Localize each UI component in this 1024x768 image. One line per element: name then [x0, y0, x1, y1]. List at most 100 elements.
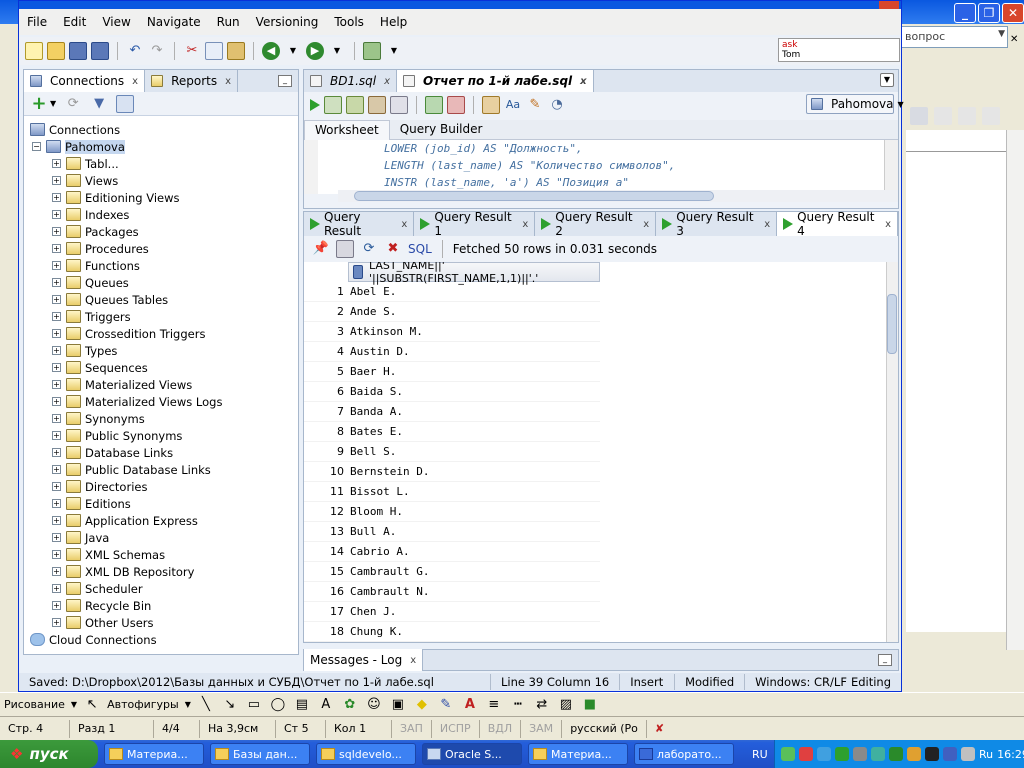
- run-statement-icon[interactable]: [310, 99, 320, 111]
- tree-item[interactable]: + Application Express: [52, 512, 198, 529]
- tree-item[interactable]: + Procedures: [52, 240, 149, 257]
- tree-item[interactable]: + Editions: [52, 495, 131, 512]
- tab-list-icon[interactable]: ▼: [880, 73, 894, 87]
- expand-icon[interactable]: +: [52, 465, 61, 474]
- expand-icon[interactable]: +: [52, 176, 61, 185]
- expand-icon[interactable]: +: [52, 261, 61, 270]
- refresh-icon[interactable]: ⟳: [360, 240, 378, 258]
- wordart-icon[interactable]: A: [317, 696, 335, 714]
- close-icon[interactable]: x: [401, 219, 407, 230]
- tray-icon[interactable]: [907, 747, 921, 761]
- tab-worksheet[interactable]: Worksheet: [304, 120, 390, 140]
- menu-edit[interactable]: Edit: [63, 15, 86, 29]
- redo-icon[interactable]: ↷: [148, 42, 166, 60]
- expand-icon[interactable]: +: [52, 380, 61, 389]
- expand-icon[interactable]: +: [52, 159, 61, 168]
- table-row[interactable]: 1 Abel E.: [304, 282, 600, 302]
- tree-item[interactable]: + XML Schemas: [52, 546, 165, 563]
- tree-connections-root[interactable]: Connections: [30, 121, 120, 138]
- tree-item[interactable]: + Types: [52, 342, 117, 359]
- expand-icon[interactable]: +: [52, 482, 61, 491]
- timer-icon[interactable]: ◔: [548, 96, 566, 114]
- uppercase-icon[interactable]: Aa: [504, 96, 522, 114]
- close-icon[interactable]: x: [225, 76, 231, 87]
- new-icon[interactable]: [25, 42, 43, 60]
- menu-help[interactable]: Help: [380, 15, 407, 29]
- tree-cloud-connections[interactable]: Cloud Connections: [30, 631, 157, 648]
- close-icon[interactable]: x: [764, 219, 770, 230]
- tray-icon[interactable]: [871, 747, 885, 761]
- table-row[interactable]: 4 Austin D.: [304, 342, 600, 362]
- tree-item[interactable]: + Queues: [52, 274, 129, 291]
- tool-icon[interactable]: [958, 107, 976, 125]
- tree-item[interactable]: + Views: [52, 172, 118, 189]
- print-preview-icon[interactable]: [910, 107, 928, 125]
- table-row[interactable]: 2 Ande S.: [304, 302, 600, 322]
- tree-item[interactable]: + Directories: [52, 478, 147, 495]
- grid-scroll-thumb[interactable]: [887, 294, 897, 354]
- tree-item[interactable]: + Crossedition Triggers: [52, 325, 205, 342]
- table-row[interactable]: 9 Bell S.: [304, 442, 600, 462]
- menu-view[interactable]: View: [102, 15, 130, 29]
- tree-item[interactable]: + Public Database Links: [52, 461, 211, 478]
- connection-select[interactable]: Pahomova ▼: [806, 94, 904, 114]
- tray-icon[interactable]: [817, 747, 831, 761]
- tree-item[interactable]: + Triggers: [52, 308, 131, 325]
- expand-icon[interactable]: +: [52, 295, 61, 304]
- spelling-icon[interactable]: ✘: [647, 720, 672, 738]
- expand-icon[interactable]: +: [52, 618, 61, 627]
- table-row[interactable]: 5 Baer H.: [304, 362, 600, 382]
- expand-icon[interactable]: +: [52, 329, 61, 338]
- tree-item[interactable]: + XML DB Repository: [52, 563, 194, 580]
- tree-item[interactable]: + Editioning Views: [52, 189, 180, 206]
- table-row[interactable]: 14 Cabrio A.: [304, 542, 600, 562]
- arrow-style-icon[interactable]: ⇄: [533, 696, 551, 714]
- table-row[interactable]: 8 Bates E.: [304, 422, 600, 442]
- diagram-icon[interactable]: ✿: [341, 696, 359, 714]
- table-row[interactable]: 6 Baida S.: [304, 382, 600, 402]
- expand-icon[interactable]: +: [52, 278, 61, 287]
- save-icon[interactable]: [69, 42, 87, 60]
- expand-icon[interactable]: +: [52, 244, 61, 253]
- tree-item[interactable]: + Java: [52, 529, 109, 546]
- taskbar-item-active[interactable]: Oracle S...: [422, 743, 522, 765]
- taskbar-item[interactable]: Материа...: [528, 743, 628, 765]
- close-icon[interactable]: x: [384, 76, 390, 87]
- rollback-icon[interactable]: [368, 96, 386, 114]
- taskbar-item[interactable]: лаборато...: [634, 743, 734, 765]
- refresh-icon[interactable]: ⟳: [64, 95, 82, 113]
- tab-bd1-sql[interactable]: BD1.sql x: [304, 70, 398, 92]
- close-icon[interactable]: ✕: [1010, 34, 1024, 48]
- close-icon[interactable]: x: [410, 655, 416, 666]
- back-icon[interactable]: ◀: [262, 42, 280, 60]
- start-button[interactable]: ❖ пуск: [0, 740, 98, 768]
- line-icon[interactable]: ╲: [197, 696, 215, 714]
- schema-browser-icon[interactable]: [116, 94, 135, 113]
- tab-reports[interactable]: Reports x: [145, 70, 239, 92]
- copy-icon[interactable]: [205, 42, 223, 60]
- tree-item[interactable]: + Other Users: [52, 614, 154, 631]
- chevron-down-icon[interactable]: ▼: [998, 29, 1005, 39]
- tab-query-result-1[interactable]: Query Result 1 x: [414, 210, 536, 238]
- close-icon[interactable]: x: [132, 76, 138, 87]
- table-row[interactable]: 3 Atkinson M.: [304, 322, 600, 342]
- chevron-down-icon[interactable]: ▼: [385, 42, 403, 60]
- taskbar-item[interactable]: Базы дан...: [210, 743, 310, 765]
- chevron-down-icon[interactable]: ▼: [71, 700, 77, 709]
- arrow-icon[interactable]: ↘: [221, 696, 239, 714]
- paste-icon[interactable]: [227, 42, 245, 60]
- chevron-down-icon[interactable]: ▼: [50, 99, 56, 108]
- close-icon[interactable]: x: [643, 219, 649, 230]
- add-connection-icon[interactable]: +: [30, 94, 48, 113]
- status-ext[interactable]: ВДЛ: [480, 719, 522, 738]
- sql-link[interactable]: SQL: [408, 242, 432, 256]
- minimize-icon[interactable]: _: [954, 3, 976, 23]
- tab-query-result-4[interactable]: Query Result 4 x: [777, 210, 899, 238]
- textbox-icon[interactable]: ▤: [293, 696, 311, 714]
- status-ovr[interactable]: ЗАМ: [521, 719, 563, 738]
- tree-item[interactable]: + Functions: [52, 257, 140, 274]
- filter-icon[interactable]: ▼: [90, 95, 108, 113]
- expand-icon[interactable]: +: [52, 346, 61, 355]
- tab-query-result-3[interactable]: Query Result 3 x: [656, 210, 778, 238]
- menu-navigate[interactable]: Navigate: [147, 15, 201, 29]
